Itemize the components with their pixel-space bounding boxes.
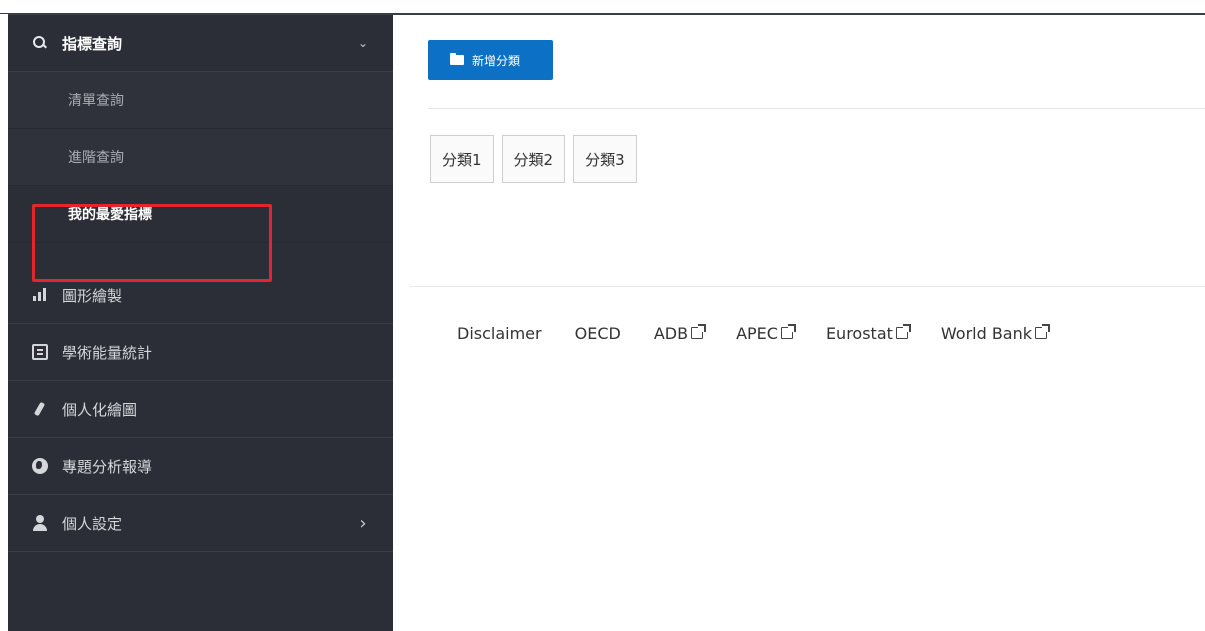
footer-link-oecd[interactable]: OECD	[575, 324, 621, 343]
chevron-right-icon[interactable]: ›	[351, 513, 375, 534]
sidebar-item-topic-reports[interactable]: 專題分析報導	[8, 438, 393, 495]
sidebar-subitem-list-query[interactable]: 清單查詢	[8, 72, 393, 129]
sidebar-item-personal-settings[interactable]: 個人設定 ›	[8, 495, 393, 552]
footer-link-apec[interactable]: APEC	[736, 323, 796, 343]
sidebar-item-personal-drawing[interactable]: 個人化繪圖	[8, 381, 393, 438]
tab-category-2[interactable]: 分類2	[501, 135, 566, 183]
sidebar-item-indicator-query[interactable]: 指標查詢 ⌄	[8, 15, 393, 72]
external-link-icon	[1035, 323, 1051, 339]
search-icon	[32, 35, 48, 51]
sidebar-item-academic-stats[interactable]: 學術能量統計	[8, 324, 393, 381]
sidebar-item-label: 專題分析報導	[62, 457, 153, 476]
folder-icon	[450, 53, 464, 65]
document-icon	[32, 344, 48, 360]
tab-category-1[interactable]: 分類1	[430, 135, 494, 183]
footer-link-label: ADB	[653, 324, 689, 343]
footer-link-eurostat[interactable]: Eurostat	[825, 323, 911, 343]
footer-link-label: World Bank	[940, 324, 1033, 343]
footer-link-label: APEC	[736, 324, 778, 343]
footer-link-label: OECD	[574, 324, 621, 343]
footer-link-adb[interactable]: ADB	[653, 323, 707, 343]
sidebar-subitem-advanced-query[interactable]: 進階查詢	[8, 129, 393, 186]
left-margin	[0, 14, 8, 631]
globe-icon	[32, 458, 48, 474]
footer-divider	[410, 286, 1205, 287]
sidebar-item-label: 個人化繪圖	[62, 400, 138, 419]
sidebar-subitem-label: 清單查詢	[68, 93, 124, 109]
user-icon	[32, 515, 48, 531]
footer-links: Disclaimer OECD ADB APEC Eurostat World …	[457, 323, 1080, 343]
add-category-button[interactable]: 新增分類	[428, 40, 553, 80]
footer-link-disclaimer[interactable]: Disclaimer	[457, 324, 542, 343]
sidebar-item-label: 圖形繪製	[62, 286, 123, 305]
external-link-icon	[691, 323, 707, 339]
footer-link-label: Eurostat	[825, 324, 893, 343]
sidebar: 指標查詢 ⌄ 清單查詢 進階查詢 我的最愛指標 圖形繪製 學術能量統計 個人化繪…	[8, 15, 393, 631]
external-link-icon	[780, 323, 796, 339]
brush-icon	[32, 401, 48, 417]
tab-category-3[interactable]: 分類3	[573, 135, 637, 183]
divider	[428, 108, 1205, 109]
sidebar-item-label: 指標查詢	[62, 34, 123, 53]
app-frame: 指標查詢 ⌄ 清單查詢 進階查詢 我的最愛指標 圖形繪製 學術能量統計 個人化繪…	[0, 0, 1205, 631]
sidebar-subitem-label: 進階查詢	[68, 150, 124, 166]
chevron-down-icon[interactable]: ⌄	[351, 36, 375, 50]
sidebar-item-label: 個人設定	[62, 514, 123, 533]
external-link-icon	[895, 323, 911, 339]
add-category-label: 新增分類	[472, 53, 521, 68]
bar-chart-icon	[32, 287, 48, 303]
sidebar-item-label: 學術能量統計	[62, 343, 153, 362]
category-tabs: 分類1 分類2 分類3	[430, 135, 637, 183]
top-margin	[0, 0, 1205, 14]
footer-link-label: Disclaimer	[457, 324, 542, 343]
annotation-highlight-box	[32, 204, 272, 282]
footer-link-world-bank[interactable]: World Bank	[940, 323, 1051, 343]
